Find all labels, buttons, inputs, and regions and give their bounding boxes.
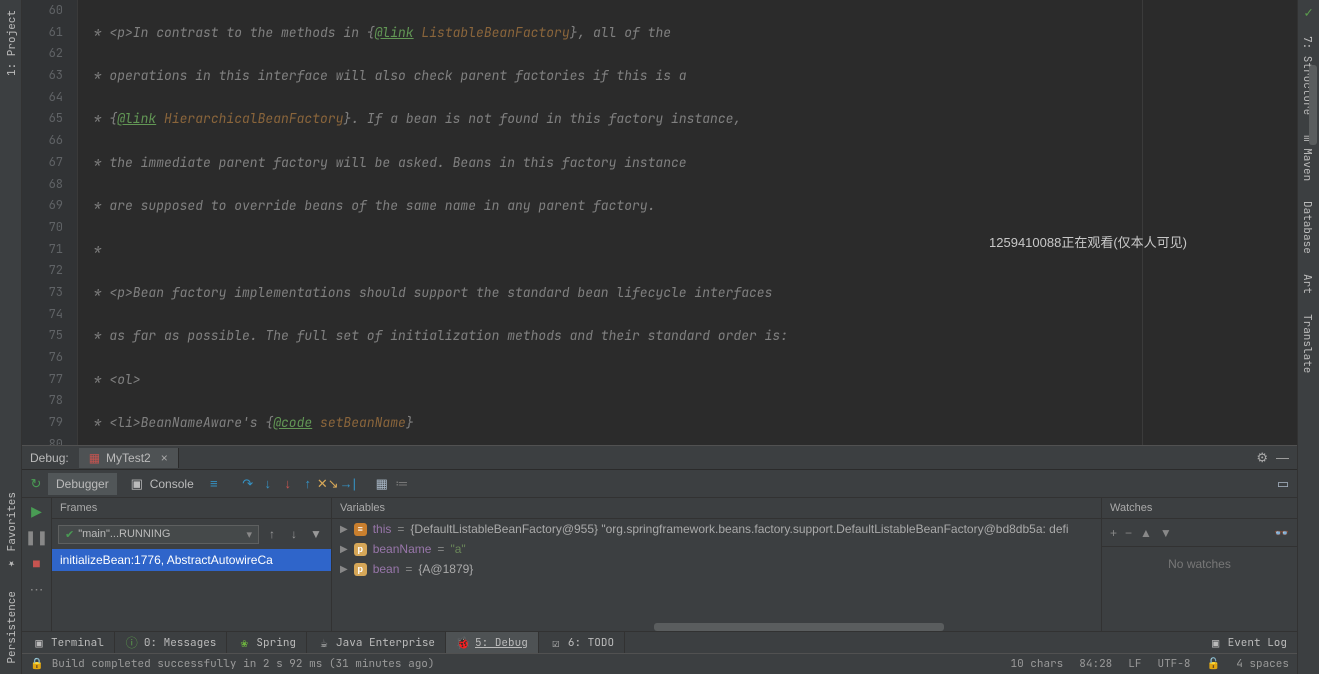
run-config-icon: ▦ bbox=[89, 451, 100, 465]
filter-icon[interactable]: ▼ bbox=[307, 527, 325, 541]
chevron-down-icon: ▾ bbox=[246, 528, 252, 541]
tab-todo[interactable]: ☑ 6: TODO bbox=[539, 632, 625, 653]
javaee-icon: ☕ bbox=[317, 636, 331, 650]
tab-debugger[interactable]: Debugger bbox=[48, 473, 117, 495]
watch-down-icon[interactable]: ▼ bbox=[1160, 526, 1172, 540]
rail-persistence[interactable]: Persistence bbox=[0, 581, 21, 674]
frame-row[interactable]: initializeBean:1776, AbstractAutowireCa bbox=[52, 549, 331, 571]
rail-translate[interactable]: Translate bbox=[1298, 304, 1319, 383]
rerun-icon[interactable]: ↻ bbox=[28, 476, 44, 492]
eventlog-icon: ▣ bbox=[1209, 636, 1223, 650]
tab-messages[interactable]: ⓘ 0: Messages bbox=[115, 632, 228, 653]
prev-frame-icon[interactable]: ↑ bbox=[263, 527, 281, 541]
debug-tool-window: Debug: ▦ MyTest2 × ⚙ — ↻ Debugger ▣ Cons… bbox=[22, 445, 1297, 631]
editor-scrollbar[interactable] bbox=[1309, 65, 1317, 145]
settings-icon[interactable]: ⚙ bbox=[1256, 450, 1268, 466]
tab-terminal[interactable]: ▣ Terminal bbox=[22, 632, 115, 653]
status-encoding[interactable]: UTF-8 bbox=[1157, 657, 1190, 671]
rail-art[interactable]: Art bbox=[1298, 264, 1319, 304]
inspections-ok-icon[interactable]: ✓ bbox=[1298, 0, 1319, 26]
run-to-cursor-icon[interactable]: →| bbox=[340, 476, 356, 492]
status-readonly-icon[interactable]: 🔓 bbox=[1206, 657, 1220, 671]
status-indent[interactable]: 4 spaces bbox=[1236, 657, 1289, 671]
evaluate-icon[interactable]: ▦ bbox=[374, 476, 390, 492]
force-step-into-icon[interactable]: ↓ bbox=[280, 476, 296, 492]
more-icon[interactable]: ⋯ bbox=[22, 576, 51, 602]
watches-title: Watches bbox=[1102, 498, 1297, 519]
bottom-tool-tabs: ▣ Terminal ⓘ 0: Messages ❀ Spring ☕ Java… bbox=[22, 631, 1297, 653]
code-area[interactable]: * <p>In contrast to the methods in {@lin… bbox=[78, 0, 1297, 445]
resume-icon[interactable]: ▶ bbox=[22, 498, 51, 524]
var-badge-param: p bbox=[354, 563, 367, 576]
terminal-icon: ▣ bbox=[32, 636, 46, 650]
expand-icon[interactable]: ▶ bbox=[340, 544, 348, 555]
variable-row[interactable]: ▶ p beanName = "a" bbox=[332, 539, 1101, 559]
todo-icon: ☑ bbox=[549, 636, 563, 650]
rail-database[interactable]: Database bbox=[1298, 191, 1319, 264]
right-tool-rail: ✓ 7: Structure m Maven Database Art Tran… bbox=[1297, 0, 1319, 674]
frames-title: Frames bbox=[52, 498, 331, 519]
glasses-icon[interactable]: 👓 bbox=[1274, 526, 1289, 540]
step-over-icon[interactable]: ↷ bbox=[240, 476, 256, 492]
debug-side-controls: ▶ ❚❚ ■ ⋯ bbox=[22, 498, 52, 631]
debug-title: Debug: bbox=[30, 451, 69, 465]
watch-up-icon[interactable]: ▲ bbox=[1140, 526, 1152, 540]
right-margin-line bbox=[1142, 0, 1143, 445]
console-icon: ▣ bbox=[129, 476, 145, 492]
expand-icon[interactable]: ▶ bbox=[340, 524, 348, 535]
watches-pane: Watches + − ▲ ▼ 👓 No watches bbox=[1102, 498, 1297, 631]
status-bar: 🔒 Build completed successfully in 2 s 92… bbox=[22, 653, 1297, 674]
variable-row[interactable]: ▶ p bean = {A@1879} bbox=[332, 559, 1101, 579]
variables-title: Variables bbox=[332, 498, 1101, 519]
step-out-icon[interactable]: ↑ bbox=[300, 476, 316, 492]
var-badge-param: p bbox=[354, 543, 367, 556]
threads-icon[interactable]: ≡ bbox=[206, 476, 222, 492]
add-watch-icon[interactable]: + bbox=[1110, 526, 1117, 540]
tab-debug[interactable]: 🐞 5: Debug bbox=[446, 632, 539, 653]
variable-row[interactable]: ▶ ≡ this = {DefaultListableBeanFactory@9… bbox=[332, 519, 1101, 539]
left-tool-rail: 1: Project ★ Favorites Persistence bbox=[0, 0, 22, 674]
expand-icon[interactable]: ▶ bbox=[340, 564, 348, 575]
status-chars: 10 chars bbox=[1010, 657, 1063, 671]
tab-spring[interactable]: ❀ Spring bbox=[227, 632, 307, 653]
status-lineend[interactable]: LF bbox=[1128, 657, 1141, 671]
editor[interactable]: 6061 6263 6465 6667 6869 7071 7273 7475 … bbox=[22, 0, 1297, 445]
check-icon: ✔ bbox=[65, 528, 74, 541]
debug-run-tab[interactable]: ▦ MyTest2 × bbox=[79, 448, 179, 468]
codewithme-viewer-note: 1259410088正在观看(仅本人可见) bbox=[989, 232, 1187, 254]
debug-toolbar: ↻ Debugger ▣ Console ≡ ↷ ↓ ↓ ↑ ✕↘ →| ▦ ≔… bbox=[22, 470, 1297, 498]
horizontal-scrollbar[interactable] bbox=[654, 623, 944, 631]
tab-eventlog[interactable]: ▣ Event Log bbox=[1199, 632, 1297, 653]
messages-icon: ⓘ bbox=[125, 636, 139, 650]
line-gutter: 6061 6263 6465 6667 6869 7071 7273 7475 … bbox=[22, 0, 78, 445]
step-into-icon[interactable]: ↓ bbox=[260, 476, 276, 492]
minimize-icon[interactable]: — bbox=[1276, 450, 1289, 465]
tab-console[interactable]: ▣ Console bbox=[121, 472, 202, 496]
rail-favorites[interactable]: ★ Favorites bbox=[0, 482, 21, 581]
tab-javaee[interactable]: ☕ Java Enterprise bbox=[307, 632, 446, 653]
rail-project[interactable]: 1: Project bbox=[0, 0, 21, 86]
variables-pane: Variables ▶ ≡ this = {DefaultListableBea… bbox=[332, 498, 1102, 631]
status-lock-icon[interactable]: 🔒 bbox=[30, 657, 44, 671]
drop-frame-icon[interactable]: ✕↘ bbox=[320, 476, 336, 492]
no-watches-label: No watches bbox=[1102, 547, 1297, 631]
status-position[interactable]: 84:28 bbox=[1079, 657, 1112, 671]
close-icon[interactable]: × bbox=[161, 451, 168, 465]
pause-icon[interactable]: ❚❚ bbox=[22, 524, 51, 550]
remove-watch-icon[interactable]: − bbox=[1125, 526, 1132, 540]
next-frame-icon[interactable]: ↓ bbox=[285, 527, 303, 541]
layout-icon[interactable]: ▭ bbox=[1275, 476, 1291, 492]
bug-icon: 🐞 bbox=[456, 636, 470, 650]
build-status: Build completed successfully in 2 s 92 m… bbox=[52, 657, 435, 671]
stop-icon[interactable]: ■ bbox=[22, 550, 51, 576]
trace-icon[interactable]: ≔ bbox=[394, 476, 410, 492]
spring-icon: ❀ bbox=[237, 636, 251, 650]
thread-selector[interactable]: ✔ "main"...RUNNING ▾ bbox=[58, 525, 259, 544]
frames-pane: Frames ✔ "main"...RUNNING ▾ ↑ ↓ ▼ initia… bbox=[52, 498, 332, 631]
var-badge-this: ≡ bbox=[354, 523, 367, 536]
